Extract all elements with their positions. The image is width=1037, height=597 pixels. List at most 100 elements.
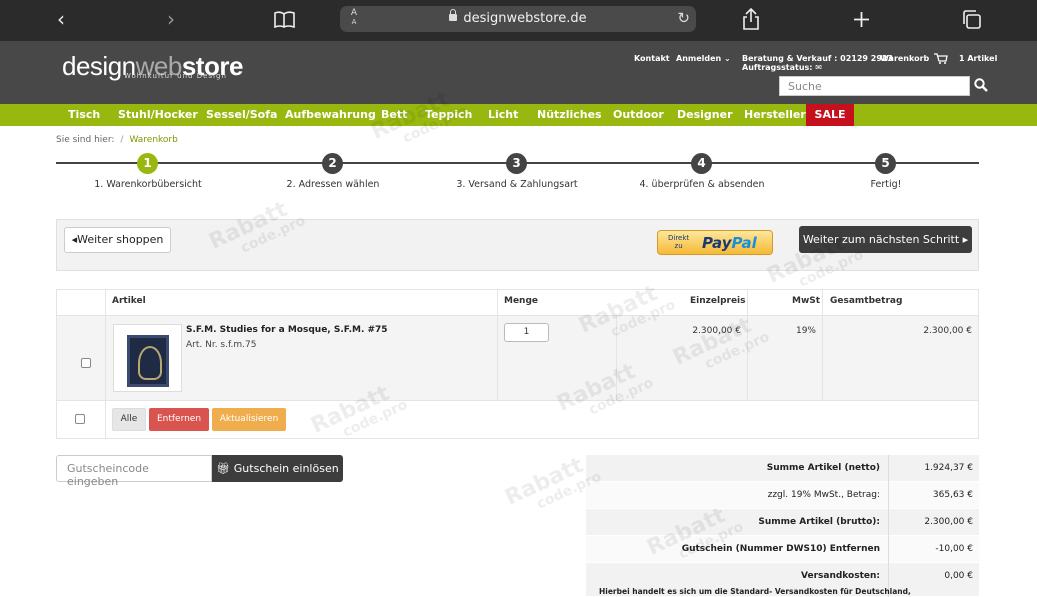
lock-icon — [449, 9, 458, 21]
url-text: designwebstore.de — [463, 11, 587, 26]
category-nav: Tisch Stuhl/Hocker Sessel/Sofa Aufbewahr… — [0, 104, 1037, 126]
summary-row[interactable]: Gutschein (Nummer DWS10) Entfernen -10,00… — [586, 536, 979, 563]
product-article-number: Art. Nr. s.f.m.75 — [186, 340, 257, 350]
redeem-coupon-label: Gutschein einlösen — [233, 462, 339, 475]
site-header: designwebstore Wohnkultur und Design Kon… — [0, 41, 1037, 104]
caret-right-icon: ▸ — [962, 233, 969, 246]
cart-icon[interactable] — [934, 53, 948, 64]
paypal-direkt-label: Direkt — [668, 234, 690, 242]
summary-label: Summe Artikel (netto) — [766, 463, 880, 473]
unit-price: 2.300,00 € — [692, 326, 741, 336]
step-5-label: Fertig! — [870, 179, 902, 190]
address-bar[interactable]: AA designwebstore.de ↻ — [340, 6, 696, 32]
nav-item-hersteller[interactable]: Hersteller — [744, 108, 806, 121]
summary-row: Summe Artikel (netto) 1.924,37 € — [586, 455, 979, 482]
cart-link[interactable]: Warenkorb — [880, 54, 929, 63]
summary-value: 365,63 € — [932, 490, 973, 500]
nav-item-stuhl[interactable]: Stuhl/Hocker — [118, 108, 198, 121]
back-icon[interactable]: ‹ — [57, 7, 65, 31]
summary-value: 1.924,37 € — [924, 463, 973, 473]
select-all-button[interactable]: Alle — [112, 408, 146, 431]
cart-count[interactable]: 1 Artikel — [959, 54, 997, 63]
summary-value: 2.300,00 € — [924, 517, 973, 527]
step-4-circle: 4 — [691, 153, 712, 174]
product-name[interactable]: S.F.M. Studies for a Mosque, S.F.M. #75 — [186, 325, 388, 335]
logo-tagline: Wohnkultur und Design — [124, 72, 227, 80]
nav-item-sale[interactable]: SALE — [806, 104, 854, 126]
nav-item-tisch[interactable]: Tisch — [68, 108, 100, 121]
nav-item-designer[interactable]: Designer — [677, 108, 733, 121]
nav-item-licht[interactable]: Licht — [488, 108, 518, 121]
next-step-button[interactable]: Weiter zum nächsten Schritt ▸ — [799, 226, 972, 253]
step-5-circle: 5 — [875, 153, 896, 174]
step-2-circle: 2 — [322, 153, 343, 174]
share-icon[interactable] — [742, 8, 760, 30]
login-label: Anmelden — [676, 54, 722, 63]
paypal-express-button[interactable]: Direkt zu PayPal — [657, 230, 773, 255]
vat-rate: 19% — [795, 326, 816, 336]
table-divider — [57, 400, 978, 401]
nav-item-nuetzliches[interactable]: Nützliches — [537, 108, 602, 121]
breadcrumb: Sie sind hier: / Warenkorb — [56, 135, 178, 145]
col-header-einzelpreis: Einzelpreis — [690, 296, 746, 306]
nav-item-teppich[interactable]: Teppich — [425, 108, 472, 121]
search-icon[interactable] — [974, 78, 988, 92]
login-dropdown[interactable]: Anmelden ⌄ — [676, 54, 731, 63]
paypal-pal-text: Pal — [731, 234, 757, 252]
col-header-mwst: MwSt — [792, 296, 821, 306]
continue-shopping-button[interactable]: ◂Weiter shoppen — [64, 227, 171, 253]
select-all-checkbox[interactable] — [75, 414, 85, 424]
order-status-link[interactable]: Auftragsstatus: ✉ — [742, 63, 822, 72]
forward-icon[interactable]: › — [167, 7, 175, 31]
reload-icon[interactable]: ↻ — [677, 9, 690, 27]
paypal-zu-label: zu — [674, 242, 683, 250]
summary-value: 0,00 € — [944, 571, 973, 581]
nav-item-outdoor[interactable]: Outdoor — [613, 108, 664, 121]
remove-button[interactable]: Entfernen — [149, 408, 209, 431]
chevron-down-icon: ⌄ — [724, 54, 731, 63]
tabs-icon[interactable] — [962, 10, 982, 29]
continue-shopping-label: Weiter shoppen — [77, 233, 164, 246]
redeem-coupon-button[interactable]: 🎁︎ Gutschein einlösen — [212, 455, 343, 482]
product-thumbnail[interactable] — [113, 324, 182, 392]
gift-icon: 🎁︎ — [216, 462, 231, 475]
column-divider — [497, 290, 498, 400]
search-input[interactable]: Suche — [779, 76, 970, 96]
update-button[interactable]: Aktualisieren — [212, 408, 286, 431]
coupon-summary-label[interactable]: Gutschein (Nummer DWS10) Entfernen — [586, 536, 888, 563]
col-header-menge: Menge — [504, 296, 539, 306]
next-step-label: Weiter zum nächsten Schritt — [802, 233, 960, 246]
column-divider — [105, 290, 106, 438]
rug-image — [127, 335, 169, 387]
kontakt-link[interactable]: Kontakt — [634, 54, 670, 63]
bookmarks-icon[interactable] — [274, 11, 295, 28]
quantity-input[interactable]: 1 — [504, 323, 549, 342]
paypal-logo: PayPal — [702, 234, 757, 252]
breadcrumb-current[interactable]: Warenkorb — [129, 135, 177, 145]
envelope-icon: ✉ — [815, 63, 822, 72]
paypal-pay-text: Pay — [702, 234, 732, 252]
breadcrumb-separator: / — [120, 135, 124, 145]
browser-toolbar: ‹ › AA designwebstore.de ↻ — [0, 0, 1037, 41]
order-summary: Summe Artikel (netto) 1.924,37 € zzgl. 19… — [586, 455, 979, 597]
shipping-note: Hierbei handelt es sich um die Standard-… — [599, 587, 911, 596]
column-divider — [822, 290, 823, 400]
step-3-label: 3. Versand & Zahlungsart — [456, 179, 578, 190]
nav-item-bett[interactable]: Bett — [381, 108, 407, 121]
col-header-artikel: Artikel — [112, 296, 146, 306]
step-1-label: 1. Warenkorbübersicht — [94, 179, 202, 190]
row-select-checkbox[interactable] — [81, 358, 91, 368]
coupon-input[interactable]: Gutscheincode eingeben — [56, 455, 212, 488]
breadcrumb-prefix: Sie sind hier: — [56, 135, 115, 145]
nav-item-sessel[interactable]: Sessel/Sofa — [206, 108, 277, 121]
nav-item-aufbewahrung[interactable]: Aufbewahrung — [285, 108, 376, 121]
step-4-label: 4. überprüfen & absenden — [639, 179, 765, 190]
column-divider — [747, 290, 748, 400]
new-tab-icon[interactable] — [853, 11, 870, 28]
step-3-circle: 3 — [506, 153, 527, 174]
summary-row: zzgl. 19% MwSt., Betrag: 365,63 € — [586, 482, 979, 509]
summary-value: -10,00 € — [935, 544, 973, 554]
hotline-text: Beratung & Verkauf : 02129 2923 — [742, 54, 894, 63]
order-status-label: Auftragsstatus: — [742, 63, 813, 72]
step-1-circle: 1 — [137, 153, 158, 174]
